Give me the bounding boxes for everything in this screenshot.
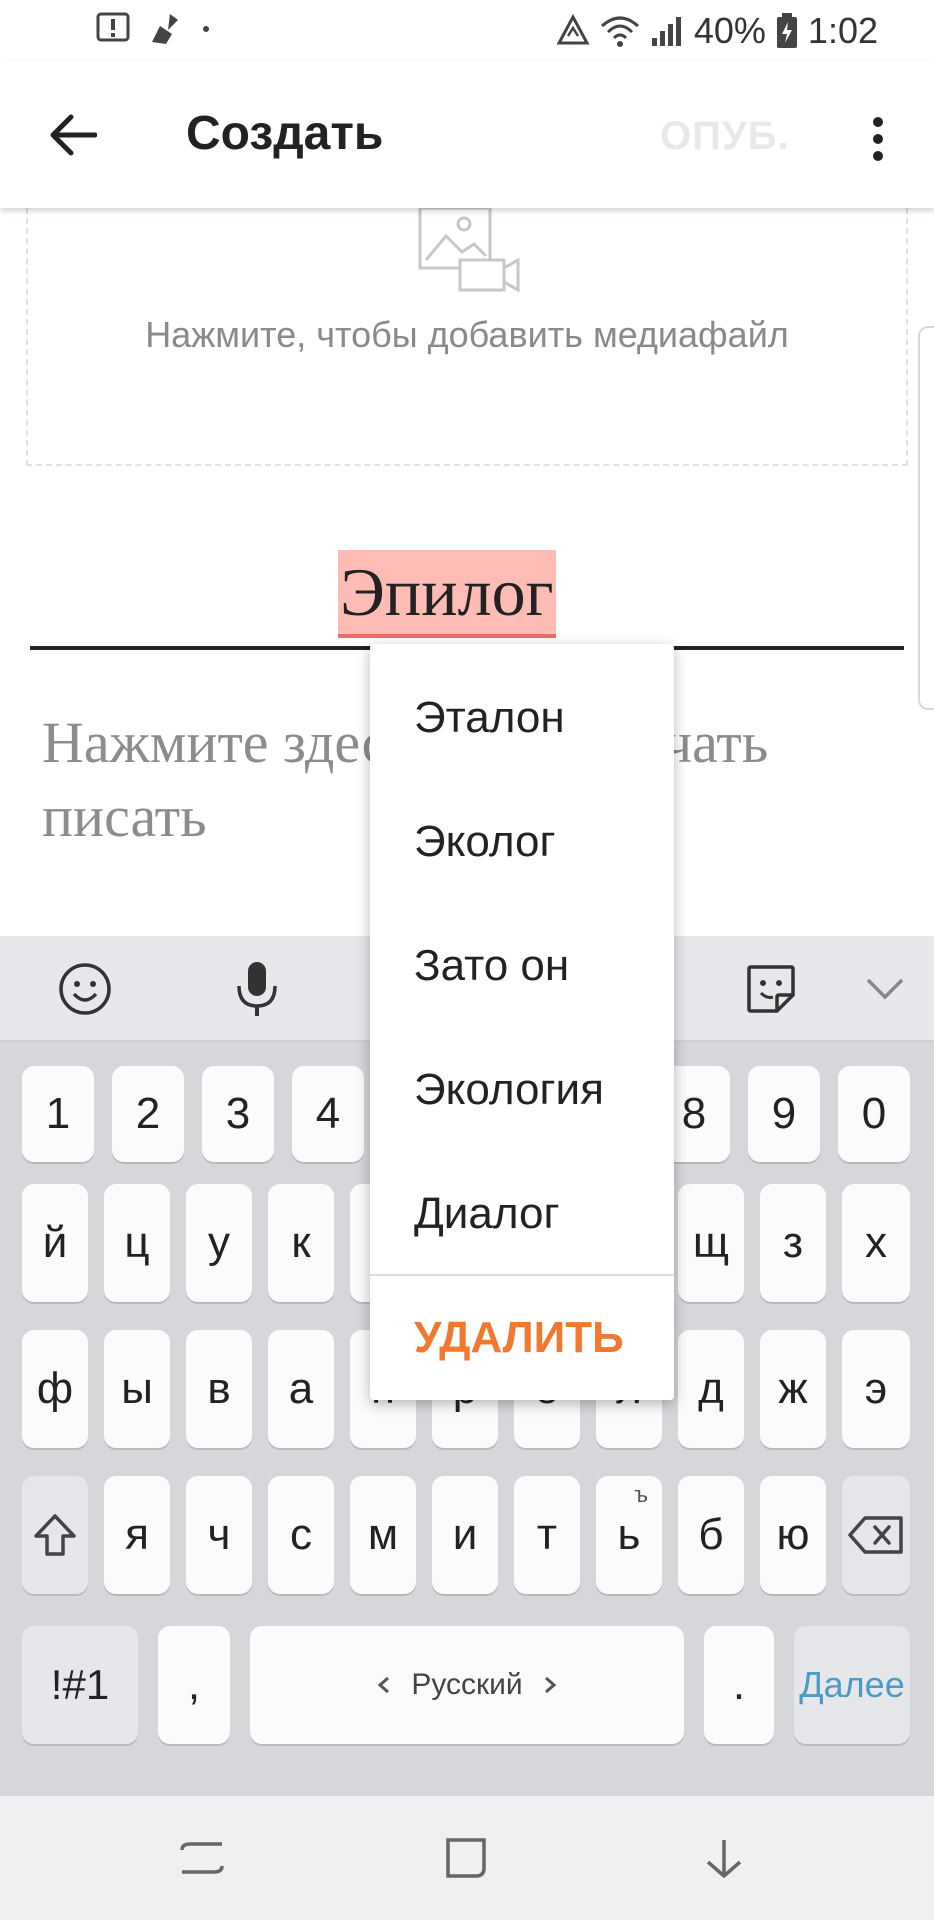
home-button[interactable] — [434, 1826, 498, 1890]
key-д[interactable]: д — [678, 1330, 744, 1448]
key-2[interactable]: 2 — [112, 1066, 184, 1162]
key-ц[interactable]: ц — [104, 1184, 170, 1302]
add-media-prompt: Нажмите, чтобы добавить медиафайл — [145, 314, 789, 355]
caret-left-icon — [378, 1676, 390, 1694]
system-status: 40% 1:02 — [556, 10, 878, 52]
key-я[interactable]: я — [104, 1476, 170, 1594]
key-и[interactable]: и — [432, 1476, 498, 1594]
key-0[interactable]: 0 — [838, 1066, 910, 1162]
notification-icons — [96, 12, 210, 46]
scroll-handle[interactable] — [918, 326, 934, 710]
shift-key[interactable] — [22, 1476, 88, 1594]
key-comma[interactable]: , — [158, 1626, 230, 1744]
shift-arrow-icon — [34, 1514, 76, 1556]
sticker-icon — [747, 965, 795, 1013]
more-options-button[interactable] — [856, 106, 900, 172]
suggestion-item[interactable]: Эталон — [370, 656, 674, 780]
key-т[interactable]: т — [514, 1476, 580, 1594]
back-button[interactable] — [40, 102, 106, 168]
key-щ[interactable]: щ — [678, 1184, 744, 1302]
key-period[interactable]: . — [704, 1626, 774, 1744]
key-1[interactable]: 1 — [22, 1066, 94, 1162]
key-б[interactable]: б — [678, 1476, 744, 1594]
chevron-down-icon — [866, 978, 904, 1000]
suggestion-item[interactable]: Экология — [370, 1028, 674, 1152]
home-square-icon — [446, 1838, 486, 1878]
signal-icon — [651, 17, 681, 46]
sticker-button[interactable] — [738, 956, 804, 1022]
key-4[interactable]: 4 — [292, 1066, 364, 1162]
backspace-icon — [848, 1516, 903, 1554]
publish-button[interactable]: ОПУБ. — [660, 114, 790, 159]
navigation-bar — [0, 1796, 934, 1920]
suggestion-item[interactable]: Диалог — [370, 1152, 674, 1276]
key-м[interactable]: м — [350, 1476, 416, 1594]
key-ч[interactable]: ч — [186, 1476, 252, 1594]
wifi-icon — [600, 16, 639, 47]
key-й[interactable]: й — [22, 1184, 88, 1302]
media-image-video-icon — [418, 208, 520, 292]
next-key[interactable]: Далее — [794, 1626, 910, 1744]
title-input[interactable]: Эпилог — [30, 546, 904, 650]
spelling-suggestions-popup: Эталон Эколог Зато он Экология Диалог УД… — [370, 644, 674, 1400]
key-ы[interactable]: ы — [104, 1330, 170, 1448]
key-ж[interactable]: ж — [760, 1330, 826, 1448]
voice-input-button[interactable] — [224, 956, 290, 1022]
add-media-area[interactable]: Нажмите, чтобы добавить медиафайл — [26, 208, 908, 466]
key-9[interactable]: 9 — [748, 1066, 820, 1162]
arrow-left-icon — [50, 114, 97, 156]
alert-message-icon — [96, 12, 130, 42]
app-bar: Создать ОПУБ. — [0, 62, 934, 208]
data-saver-icon — [556, 14, 590, 45]
recents-icon — [180, 1842, 224, 1874]
more-vertical-icon — [873, 117, 883, 161]
popup-divider — [370, 1274, 674, 1276]
clock: 1:02 — [807, 10, 878, 51]
hide-keyboard-button[interactable] — [852, 956, 918, 1022]
key-а[interactable]: а — [268, 1330, 334, 1448]
smiley-icon — [59, 963, 111, 1015]
key-ь[interactable]: ь ъ — [596, 1476, 662, 1594]
emoji-button[interactable] — [52, 956, 118, 1022]
key-ю[interactable]: ю — [760, 1476, 826, 1594]
key-к[interactable]: к — [268, 1184, 334, 1302]
battery-charging-icon — [776, 13, 797, 48]
key-в[interactable]: в — [186, 1330, 252, 1448]
title-text-selected: Эпилог — [338, 550, 556, 638]
caret-right-icon — [544, 1676, 556, 1694]
suggestion-item[interactable]: Эколог — [370, 780, 674, 904]
key-з[interactable]: з — [760, 1184, 826, 1302]
microphone-icon — [237, 962, 277, 1016]
key-ь-alt-label: ъ — [634, 1482, 648, 1507]
key-ь-label: ь — [617, 1510, 641, 1559]
key-х[interactable]: х — [842, 1184, 910, 1302]
delete-word-button[interactable]: УДАЛИТЬ — [370, 1280, 674, 1396]
cleaner-icon — [152, 14, 178, 44]
key-3[interactable]: 3 — [202, 1066, 274, 1162]
symbols-key[interactable]: !#1 — [22, 1626, 138, 1744]
page-title: Создать — [186, 107, 384, 160]
backspace-key[interactable] — [842, 1476, 910, 1594]
recents-button[interactable] — [170, 1826, 234, 1890]
space-language-label: Русский — [411, 1668, 523, 1701]
back-nav-button[interactable] — [692, 1826, 756, 1890]
dot-icon — [203, 26, 209, 32]
key-у[interactable]: у — [186, 1184, 252, 1302]
suggestion-item[interactable]: Зато он — [370, 904, 674, 1028]
key-с[interactable]: с — [268, 1476, 334, 1594]
key-ф[interactable]: ф — [22, 1330, 88, 1448]
status-bar: 40% 1:02 — [0, 0, 934, 62]
battery-percent: 40% — [693, 10, 766, 51]
space-key[interactable]: Русский — [250, 1626, 684, 1744]
arrow-down-icon — [706, 1840, 742, 1878]
key-э[interactable]: э — [842, 1330, 910, 1448]
